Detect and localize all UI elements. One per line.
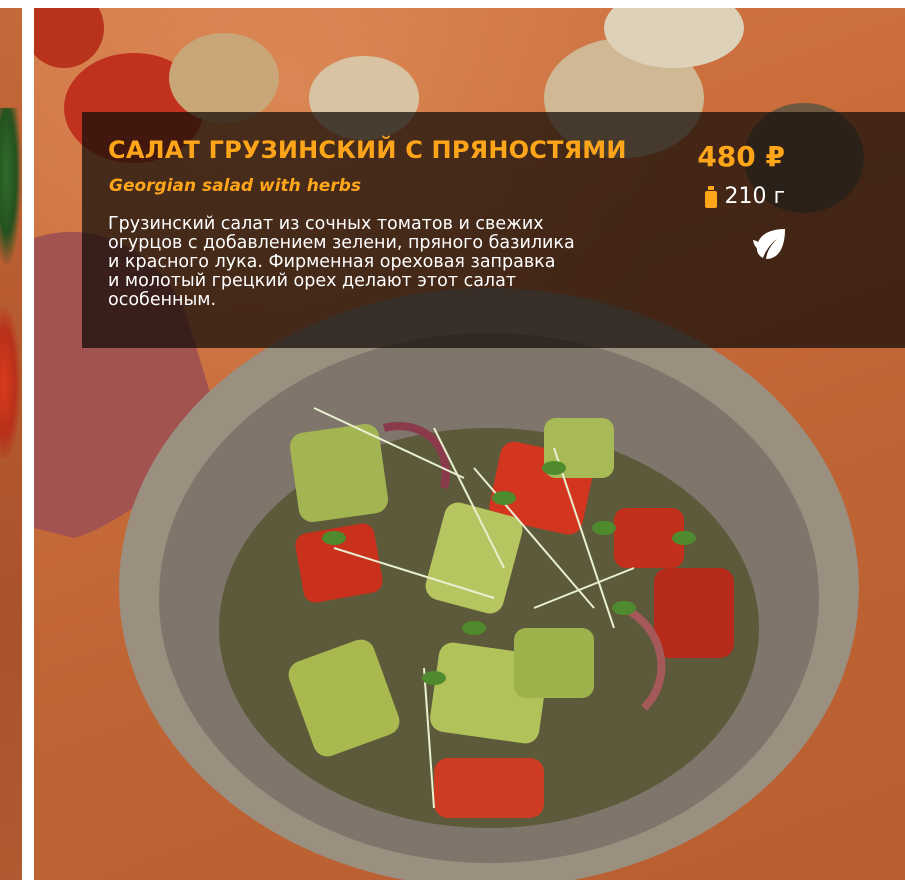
dish-title: САЛАТ ГРУЗИНСКИЙ С ПРЯНОСТЯМИ [108,136,627,164]
weight-icon [705,185,718,208]
dish-weight-value: 210 г [724,184,785,209]
cucumber-piece [289,423,389,523]
tomato-slice [654,568,734,658]
tomato-decoration [0,308,20,458]
description-line: Грузинский салат из сочных томатов и све… [108,214,544,234]
leaf-icon [753,229,785,259]
dish-subtitle-en: Georgian salad with herbs [109,176,361,196]
herb-leaf-decoration [0,108,22,268]
description-line: и красного лука. Фирменная ореховая запр… [108,252,556,272]
description-line: огурцов с добавлением зелени, пряного ба… [108,233,575,253]
description-line: особенным. [108,290,217,310]
cucumber-piece [514,628,594,698]
dish-weight: 210 г [704,184,785,209]
previous-dish-card[interactable] [0,8,22,880]
walnut [169,33,279,123]
dish-description: Грузинский салат из сочных томатов и све… [108,215,668,310]
dish-card[interactable]: САЛАТ ГРУЗИНСКИЙ С ПРЯНОСТЯМИ Georgian s… [34,8,905,880]
description-line: и молотый грецкий орех делают этот салат [108,271,517,291]
tomato-slice [434,758,544,818]
dish-price: 480 ₽ [697,140,785,173]
tomato-top-left [34,8,104,68]
